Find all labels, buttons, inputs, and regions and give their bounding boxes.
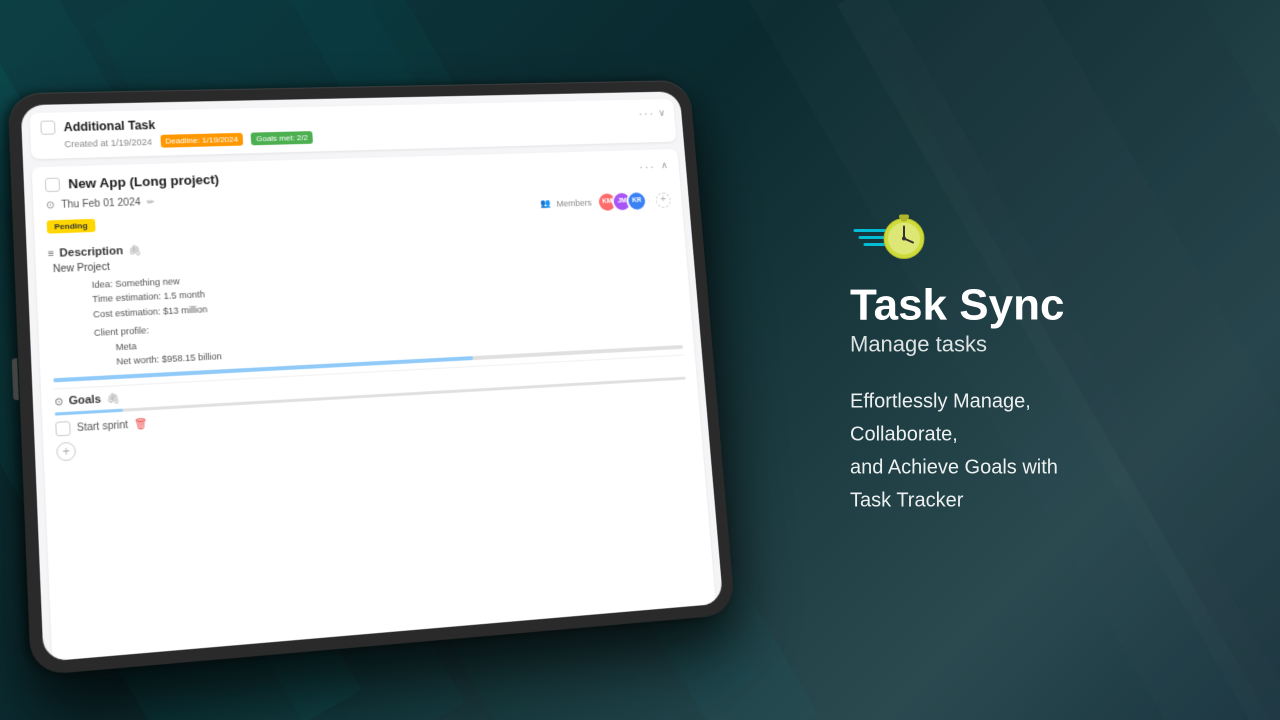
additional-task-row: Additional Task ··· ∨ Created at 1/19/20… [29,99,676,159]
sprint-checkbox[interactable] [55,421,71,436]
goals-clip-icon: 🖇 [106,393,120,405]
goals-section: ⊙ Goals 🖇 Start sprint 🗑 + [54,355,690,462]
description-title: Description [59,245,123,260]
project-status-badge: Pending [47,219,96,234]
task1-name: Additional Task [63,118,155,134]
members-icon: 👥 [540,198,551,209]
member-avatars: KM JM KR [596,190,647,213]
app-content: Additional Task ··· ∨ Created at 1/19/20… [21,91,724,661]
members-section: 👥 Members KM JM KR + [540,189,672,214]
description-list-icon: ≡ [48,248,55,259]
project-chevron-icon[interactable]: ∧ [661,161,669,171]
description-clip-icon: 🖇 [128,245,142,257]
project-card: New App (Long project) ··· ∧ ⊙ Thu Feb 0… [32,149,716,661]
task1-actions: ··· ∨ [638,107,666,121]
task1-chevron-icon[interactable]: ∨ [658,108,665,118]
add-member-button[interactable]: + [655,192,671,208]
members-label: Members [556,197,592,208]
desc-line-2: Collaborate, [850,419,1200,452]
tablet-screen: Additional Task ··· ∨ Created at 1/19/20… [21,91,724,661]
sprint-label: Start sprint [77,420,129,434]
task1-more-icon[interactable]: ··· [638,107,655,120]
app-subtitle: Manage tasks [850,332,1200,358]
task1-deadline-badge: Deadline: 1/19/2024 [160,133,243,148]
app-logo-icon [850,203,930,268]
task1-goals-badge: Goals met: 2/2 [251,131,313,145]
task1-checkbox[interactable] [40,120,55,134]
tablet-device: Additional Task ··· ∨ Created at 1/19/20… [7,80,735,676]
goals-target-icon: ⊙ [54,396,63,408]
add-goal-button[interactable]: + [56,442,76,462]
project-date: Thu Feb 01 2024 [61,197,141,211]
project-checkbox[interactable] [45,177,60,192]
logo-area [850,203,1200,268]
desc-line-1: Effortlessly Manage, [850,386,1200,419]
goals-progress-fill [55,409,123,416]
tablet-wrapper: Additional Task ··· ∨ Created at 1/19/20… [7,80,735,676]
project-more-icon[interactable]: ··· [639,160,657,174]
goals-title: Goals [68,394,101,408]
avatar-kr: KR [626,190,648,211]
app-title: Task Sync [850,284,1200,328]
desc-line-3: and Achieve Goals with [850,452,1200,485]
sprint-row: Start sprint 🗑 [55,386,687,437]
calendar-icon: ⊙ [46,200,55,211]
tablet-side-button [12,358,19,400]
delete-sprint-icon[interactable]: 🗑 [134,418,148,430]
task1-created: Created at 1/19/2024 [64,137,152,149]
date-edit-icon[interactable]: ✏ [147,197,155,208]
app-description: Effortlessly Manage, Collaborate, and Ac… [850,386,1200,518]
project-name: New App (Long project) [68,172,219,192]
right-panel: Task Sync Manage tasks Effortlessly Mana… [850,203,1200,518]
desc-line-4: Task Tracker [850,485,1200,518]
